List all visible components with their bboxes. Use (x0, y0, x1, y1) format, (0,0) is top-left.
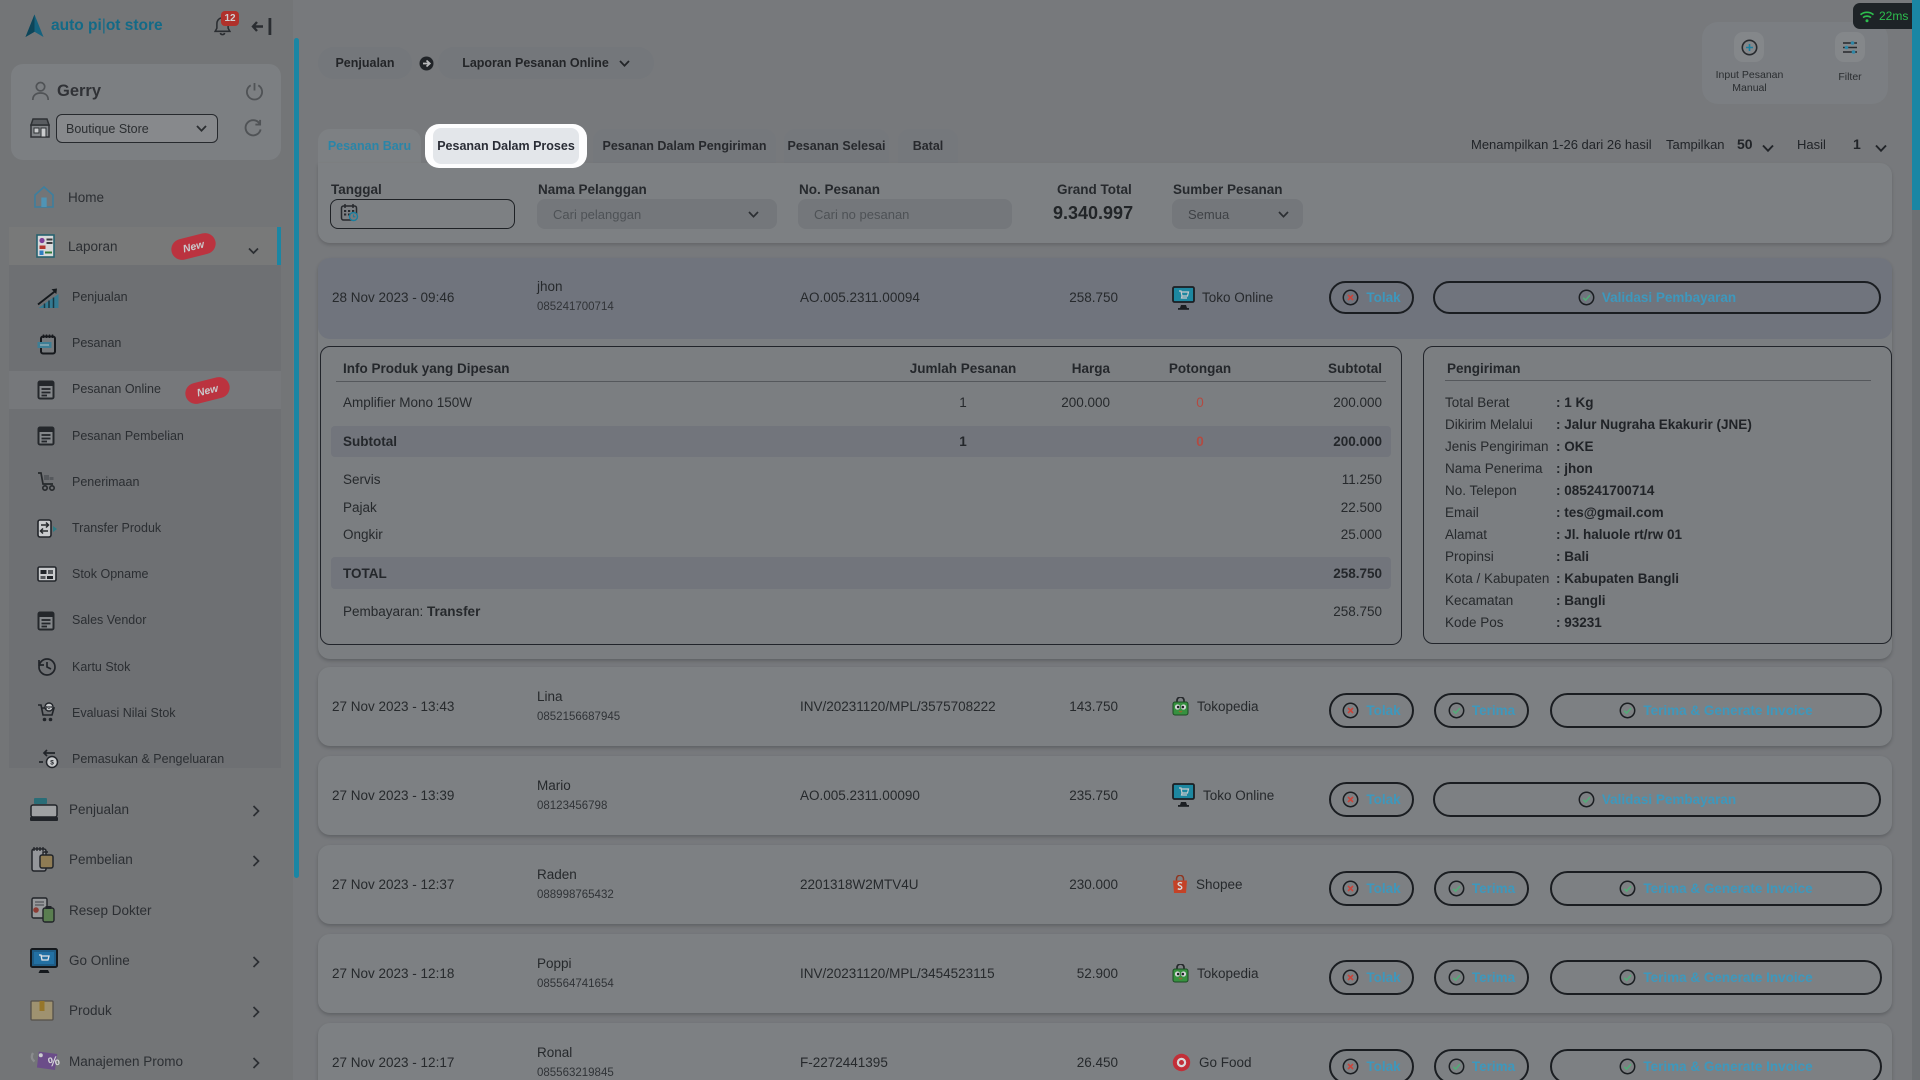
svg-text:$: $ (50, 759, 54, 766)
svg-text:RP: RP (46, 705, 52, 710)
svg-text:%: % (47, 1052, 62, 1069)
